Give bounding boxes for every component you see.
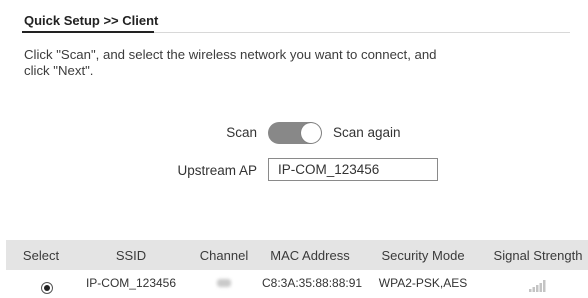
table-row[interactable]: IP-COM_123456 C8:3A:35:88:88:91 WPA2-PSK… [6, 270, 588, 296]
scan-again-label: Scan again [333, 125, 401, 140]
ssid-cell: IP-COM_123456 [85, 276, 177, 290]
column-header-select: Select [22, 248, 60, 263]
title-underline [22, 31, 154, 33]
column-header-channel: Channel [199, 248, 249, 263]
upstream-ap-row: Upstream AP [0, 158, 588, 182]
mac-address-cell: C8:3A:35:88:88:91 [262, 276, 363, 290]
select-radio[interactable] [41, 282, 53, 294]
scan-row: Scan Scan again [0, 121, 588, 145]
scan-label: Scan [226, 125, 257, 140]
column-header-ssid: SSID [115, 248, 147, 263]
upstream-ap-label: Upstream AP [177, 163, 257, 178]
upstream-ap-input[interactable] [268, 158, 438, 181]
quick-setup-client-page: Quick Setup >> Client Click "Scan", and … [0, 0, 588, 298]
toggle-knob [301, 123, 321, 143]
channel-cell [186, 276, 262, 290]
channel-obscured-value [217, 279, 231, 287]
signal-strength-icon [488, 280, 588, 296]
scan-toggle[interactable] [268, 122, 322, 144]
radio-selected-dot [44, 285, 50, 291]
column-header-security-mode: Security Mode [381, 248, 465, 263]
instruction-text: Click "Scan", and select the wireless ne… [24, 47, 437, 78]
column-header-signal-strength: Signal Strength [493, 248, 583, 263]
column-header-mac-address: MAC Address [270, 248, 350, 263]
page-title: Quick Setup >> Client [24, 13, 159, 28]
security-mode-cell: WPA2-PSK,AES [378, 276, 468, 290]
table-header: Select SSID Channel MAC Address Security… [6, 240, 588, 270]
